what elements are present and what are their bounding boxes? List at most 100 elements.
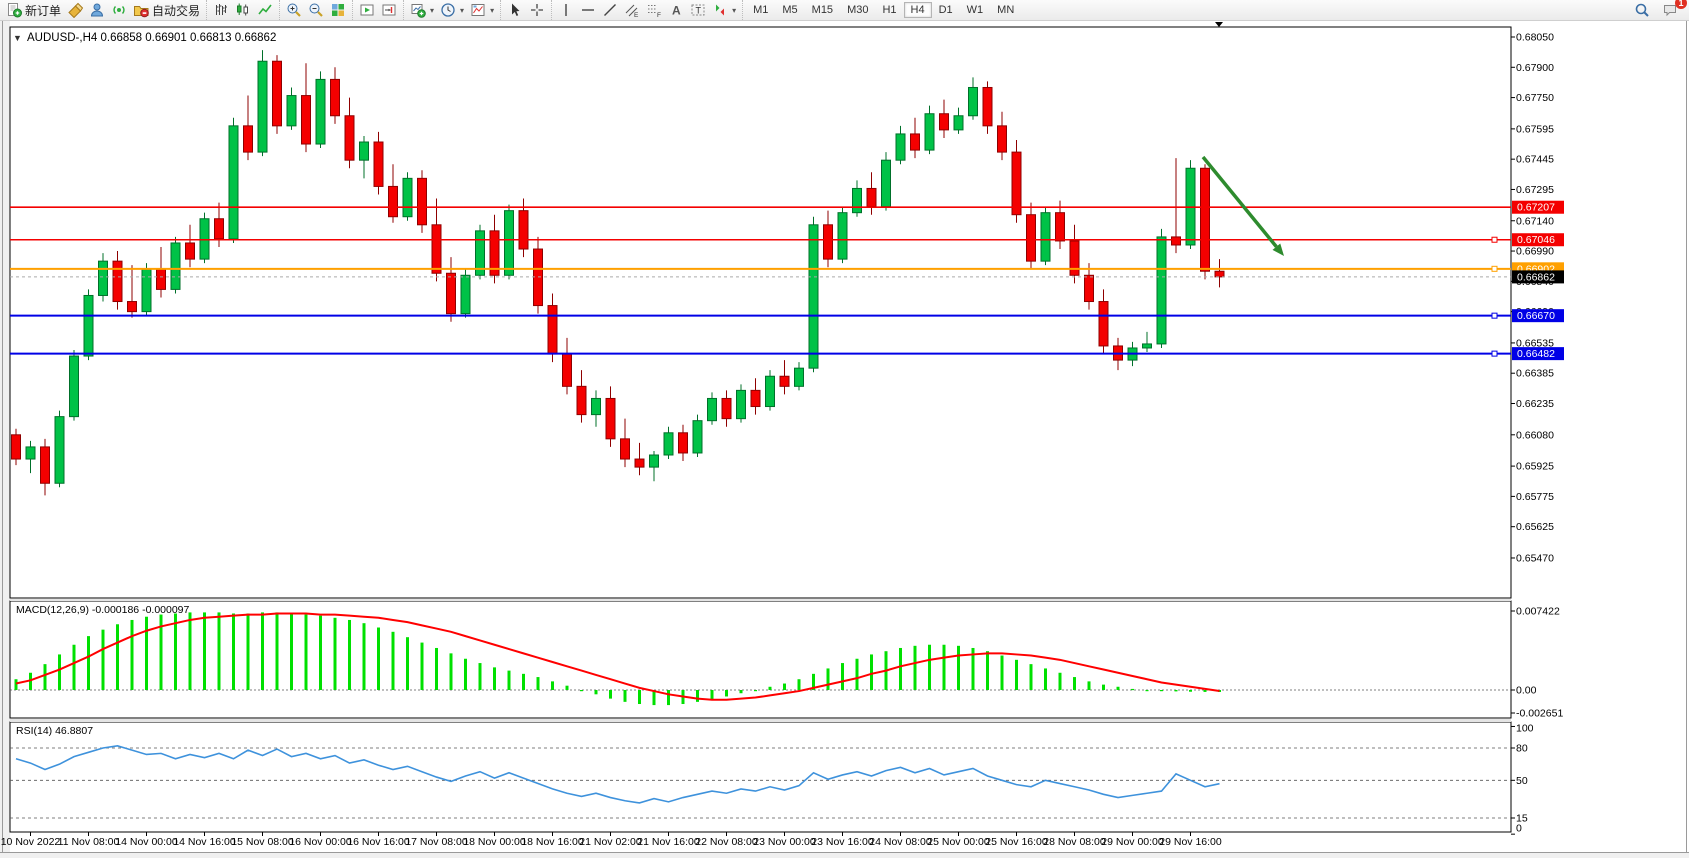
chartshift-icon	[381, 2, 397, 18]
candle	[969, 87, 978, 115]
toolbar-notifications-button[interactable]: 1	[1659, 1, 1681, 19]
candle	[374, 142, 383, 186]
toolbar-line-chart-button[interactable]	[254, 1, 276, 19]
line-handle[interactable]	[1492, 237, 1497, 242]
toolbar-zoom-in-button[interactable]	[283, 1, 305, 19]
panel-splitter[interactable]	[10, 719, 1511, 722]
chevron-down-icon[interactable]: ▾	[460, 6, 464, 15]
toolbar-market-watch-button[interactable]	[86, 1, 108, 19]
candle	[331, 79, 340, 115]
toolbar-charts-gold-button[interactable]	[64, 1, 86, 19]
fibo-icon: F	[646, 2, 662, 18]
candle	[708, 398, 717, 420]
candle	[113, 261, 122, 301]
toolbar-auto-trading-button[interactable]: 自动交易	[130, 1, 203, 20]
svg-text:16 Nov 16:00: 16 Nov 16:00	[347, 836, 410, 848]
timeframe-m1-button[interactable]: M1	[746, 2, 775, 18]
toolbar-equidistant-channel-button[interactable]: E	[621, 1, 643, 19]
candle	[925, 114, 934, 150]
timeframe-m15-button[interactable]: M15	[805, 2, 840, 18]
candle	[882, 160, 891, 206]
svg-text:21 Nov 16:00: 21 Nov 16:00	[637, 836, 700, 848]
timeframe-w1-button[interactable]: W1	[960, 2, 991, 18]
chevron-down-icon[interactable]: ▾	[490, 6, 494, 15]
candle	[215, 219, 224, 239]
svg-text:E: E	[634, 12, 639, 18]
svg-text:0.67207: 0.67207	[1517, 202, 1555, 214]
toolbar-vertical-line-button[interactable]	[555, 1, 577, 19]
svg-text:29 Nov 16:00: 29 Nov 16:00	[1159, 836, 1222, 848]
svg-text:0.68050: 0.68050	[1516, 32, 1554, 44]
toolbar-fibonacci-button[interactable]: F	[643, 1, 665, 19]
line-handle[interactable]	[1492, 266, 1497, 271]
svg-text:0.65775: 0.65775	[1516, 491, 1554, 503]
timeframe-mn-button[interactable]: MN	[990, 2, 1021, 18]
toolbar-horizontal-line-button[interactable]	[577, 1, 599, 19]
toolbar-auto-scroll-button[interactable]	[356, 1, 378, 19]
toolbar-chart-shift-button[interactable]	[378, 1, 400, 19]
hline-icon	[580, 2, 596, 18]
svg-text:15 Nov 08:00: 15 Nov 08:00	[231, 836, 294, 848]
toolbar-signals-button[interactable]	[108, 1, 130, 19]
macd-label: MACD(12,26,9) -0.000186 -0.000097	[16, 604, 190, 616]
toolbar-arrows-button[interactable]: ▾	[709, 1, 739, 19]
timeframe-m30-button[interactable]: M30	[840, 2, 875, 18]
line-handle[interactable]	[1492, 313, 1497, 318]
candle	[1215, 271, 1224, 277]
candle	[128, 302, 137, 312]
toolbar-zoom-out-button[interactable]	[305, 1, 327, 19]
toolbar-text-button[interactable]: A	[665, 1, 687, 19]
candle	[867, 188, 876, 206]
candle	[1099, 302, 1108, 346]
search-icon	[1634, 2, 1650, 18]
channel-icon: E	[624, 2, 640, 18]
gold-brush-icon	[67, 2, 83, 18]
candle	[55, 417, 64, 484]
toolbar-candle-chart-button[interactable]	[232, 1, 254, 19]
svg-text:25 Nov 00:00: 25 Nov 00:00	[927, 836, 990, 848]
rsi-label: RSI(14) 46.8807	[16, 725, 93, 737]
candle	[447, 273, 456, 313]
notification-badge: 1	[1675, 0, 1687, 9]
toolbar-periods-button[interactable]: ▾	[437, 1, 467, 19]
svg-text:80: 80	[1516, 743, 1528, 755]
svg-text:T: T	[696, 6, 702, 16]
svg-text:0.67140: 0.67140	[1516, 215, 1554, 227]
timeframe-h4-button[interactable]: H4	[904, 2, 932, 18]
crosshair-icon	[529, 2, 545, 18]
toolbar-text-label-button[interactable]: T	[687, 1, 709, 19]
timeframe-m5-button[interactable]: M5	[775, 2, 804, 18]
toolbar-search-button[interactable]	[1631, 1, 1653, 19]
toolbar-new-order-button[interactable]: 新订单	[3, 1, 64, 20]
svg-text:AUDUSD-,H4 0.66858 0.66901 0.: AUDUSD-,H4 0.66858 0.66901 0.66813 0.668…	[27, 32, 276, 44]
toolbar-tile-windows-button[interactable]	[327, 1, 349, 19]
svg-text:10 Nov 2022: 10 Nov 2022	[1, 836, 61, 848]
candle	[693, 421, 702, 453]
timeframe-d1-button[interactable]: D1	[932, 2, 960, 18]
candle	[287, 96, 296, 126]
candle	[345, 116, 354, 160]
toolbar-trendline-button[interactable]	[599, 1, 621, 19]
toolbar-bar-chart-button[interactable]	[210, 1, 232, 19]
svg-text:50: 50	[1516, 775, 1528, 787]
toolbar-crosshair-button[interactable]	[526, 1, 548, 19]
candle	[70, 356, 79, 417]
candle	[1070, 241, 1079, 275]
macd-panel	[10, 601, 1511, 718]
toolbar-cursor-button[interactable]	[504, 1, 526, 19]
chevron-down-icon[interactable]: ▾	[430, 6, 434, 15]
svg-text:-0.002651: -0.002651	[1516, 708, 1563, 720]
candle	[1143, 344, 1152, 348]
svg-text:0.66235: 0.66235	[1516, 398, 1554, 410]
toolbar-auto-trading-label: 自动交易	[152, 2, 200, 19]
candle	[41, 447, 50, 483]
timeframe-h1-button[interactable]: H1	[875, 2, 903, 18]
chart-dropdown-icon[interactable]: ▼	[13, 33, 22, 43]
svg-text:0.65470: 0.65470	[1516, 552, 1554, 564]
line-handle[interactable]	[1492, 351, 1497, 356]
toolbar-templates-button[interactable]: ▾	[467, 1, 497, 19]
panel-splitter[interactable]	[10, 599, 1511, 601]
chevron-down-icon[interactable]: ▾	[732, 6, 736, 15]
candle	[157, 269, 166, 289]
toolbar-new-chart-button[interactable]: ▾	[407, 1, 437, 19]
